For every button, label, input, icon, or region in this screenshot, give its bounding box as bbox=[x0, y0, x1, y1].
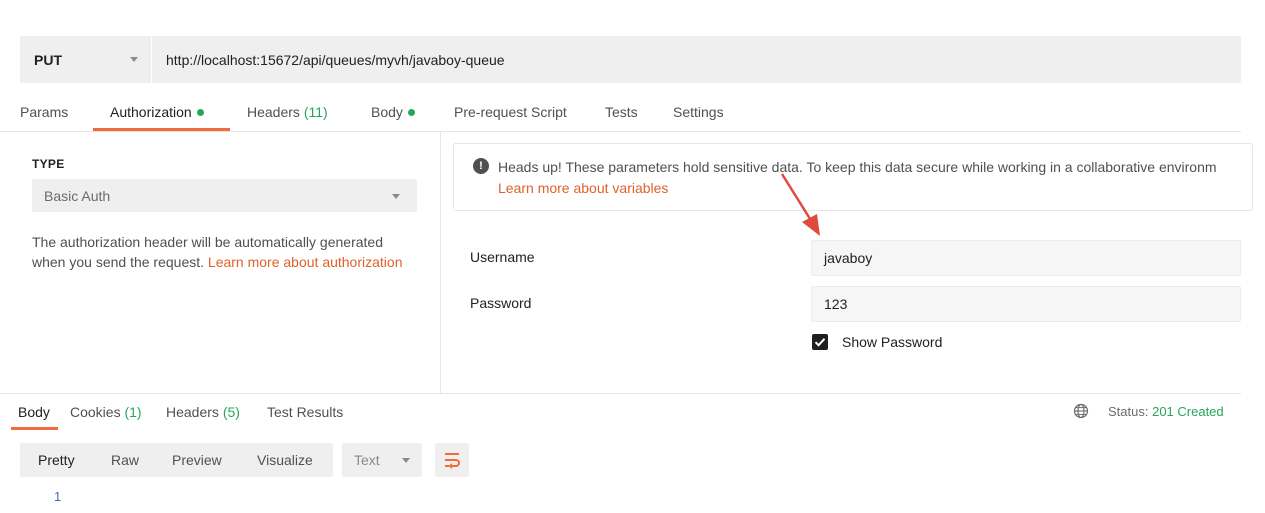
auth-type-value: Basic Auth bbox=[44, 187, 111, 204]
active-dot-icon bbox=[407, 109, 415, 116]
wrap-lines-button[interactable] bbox=[435, 443, 469, 477]
format-pretty[interactable]: Pretty bbox=[38, 452, 75, 468]
format-visualize[interactable]: Visualize bbox=[257, 452, 313, 468]
request-tabs: Params Authorization Headers (11) Body P… bbox=[0, 100, 760, 132]
tab-prerequest-script[interactable]: Pre-request Script bbox=[454, 104, 567, 120]
show-password-label[interactable]: Show Password bbox=[842, 334, 942, 350]
tab-prerequest-label: Pre-request Script bbox=[454, 104, 567, 120]
notice-message: Heads up! These parameters hold sensitiv… bbox=[498, 159, 1217, 175]
response-tab-body[interactable]: Body bbox=[18, 404, 50, 420]
username-label: Username bbox=[470, 249, 535, 265]
tab-params-label: Params bbox=[20, 104, 69, 120]
response-tab-body-label: Body bbox=[18, 404, 50, 420]
caret-down-icon bbox=[130, 57, 138, 62]
password-input[interactable]: 123 bbox=[811, 286, 1241, 322]
caret-down-icon bbox=[402, 458, 410, 463]
url-input[interactable]: http://localhost:15672/api/queues/myvh/j… bbox=[152, 52, 505, 68]
response-tab-headers-count: (5) bbox=[222, 404, 240, 420]
username-input[interactable]: javaboy bbox=[811, 240, 1241, 276]
active-tab-underline bbox=[11, 427, 58, 430]
response-tab-headers[interactable]: Headers (5) bbox=[166, 404, 240, 420]
line-number: 1 bbox=[54, 489, 62, 504]
response-status: Status: 201 Created bbox=[1108, 404, 1224, 419]
checkmark-icon bbox=[814, 338, 826, 347]
type-label: TYPE bbox=[32, 157, 65, 171]
globe-icon[interactable] bbox=[1073, 403, 1089, 419]
active-dot-icon bbox=[196, 109, 204, 116]
format-raw[interactable]: Raw bbox=[111, 452, 139, 468]
divider bbox=[0, 131, 1241, 132]
response-tab-test-results[interactable]: Test Results bbox=[267, 404, 343, 420]
format-preview[interactable]: Preview bbox=[172, 452, 222, 468]
tab-body[interactable]: Body bbox=[371, 104, 415, 120]
method-label: PUT bbox=[34, 51, 62, 68]
info-icon: ! bbox=[473, 158, 489, 174]
tab-headers[interactable]: Headers (11) bbox=[247, 104, 328, 120]
method-select[interactable]: PUT bbox=[20, 36, 152, 83]
response-text-type-select[interactable]: Text bbox=[342, 443, 422, 477]
tab-body-label: Body bbox=[371, 104, 403, 120]
response-tab-cookies-label: Cookies bbox=[70, 404, 121, 420]
tab-authorization[interactable]: Authorization bbox=[110, 104, 204, 120]
tab-tests[interactable]: Tests bbox=[605, 104, 638, 120]
request-bar: PUT http://localhost:15672/api/queues/my… bbox=[20, 36, 1241, 83]
tab-tests-label: Tests bbox=[605, 104, 638, 120]
tab-headers-count: (11) bbox=[303, 104, 328, 120]
wrap-lines-icon bbox=[445, 453, 460, 469]
learn-more-variables-link[interactable]: Learn more about variables bbox=[498, 178, 668, 198]
panel-divider bbox=[440, 132, 441, 393]
response-tab-cookies[interactable]: Cookies (1) bbox=[70, 404, 142, 420]
response-format-group: Pretty Raw Preview Visualize bbox=[20, 443, 333, 477]
text-type-value: Text bbox=[354, 452, 380, 468]
status-label: Status: bbox=[1108, 404, 1149, 419]
response-tab-headers-label: Headers bbox=[166, 404, 219, 420]
sensitive-data-notice: ! Heads up! These parameters hold sensit… bbox=[453, 143, 1253, 211]
divider bbox=[0, 393, 1241, 394]
auth-type-select[interactable]: Basic Auth bbox=[32, 179, 417, 212]
tab-authorization-label: Authorization bbox=[110, 104, 192, 120]
response-tab-test-results-label: Test Results bbox=[267, 404, 344, 420]
tab-params[interactable]: Params bbox=[20, 104, 68, 120]
tab-settings-label: Settings bbox=[673, 104, 724, 120]
learn-more-authorization-link[interactable]: Learn more about authorization bbox=[208, 254, 403, 270]
tab-settings[interactable]: Settings bbox=[673, 104, 724, 120]
response-tab-cookies-count: (1) bbox=[124, 404, 142, 420]
password-label: Password bbox=[470, 295, 532, 311]
show-password-checkbox[interactable] bbox=[812, 334, 828, 350]
tab-headers-label: Headers bbox=[247, 104, 300, 120]
annotation-arrow bbox=[780, 173, 820, 236]
status-value: 201 Created bbox=[1152, 404, 1224, 419]
auth-description: The authorization header will be automat… bbox=[32, 232, 417, 272]
caret-down-icon bbox=[392, 194, 400, 199]
